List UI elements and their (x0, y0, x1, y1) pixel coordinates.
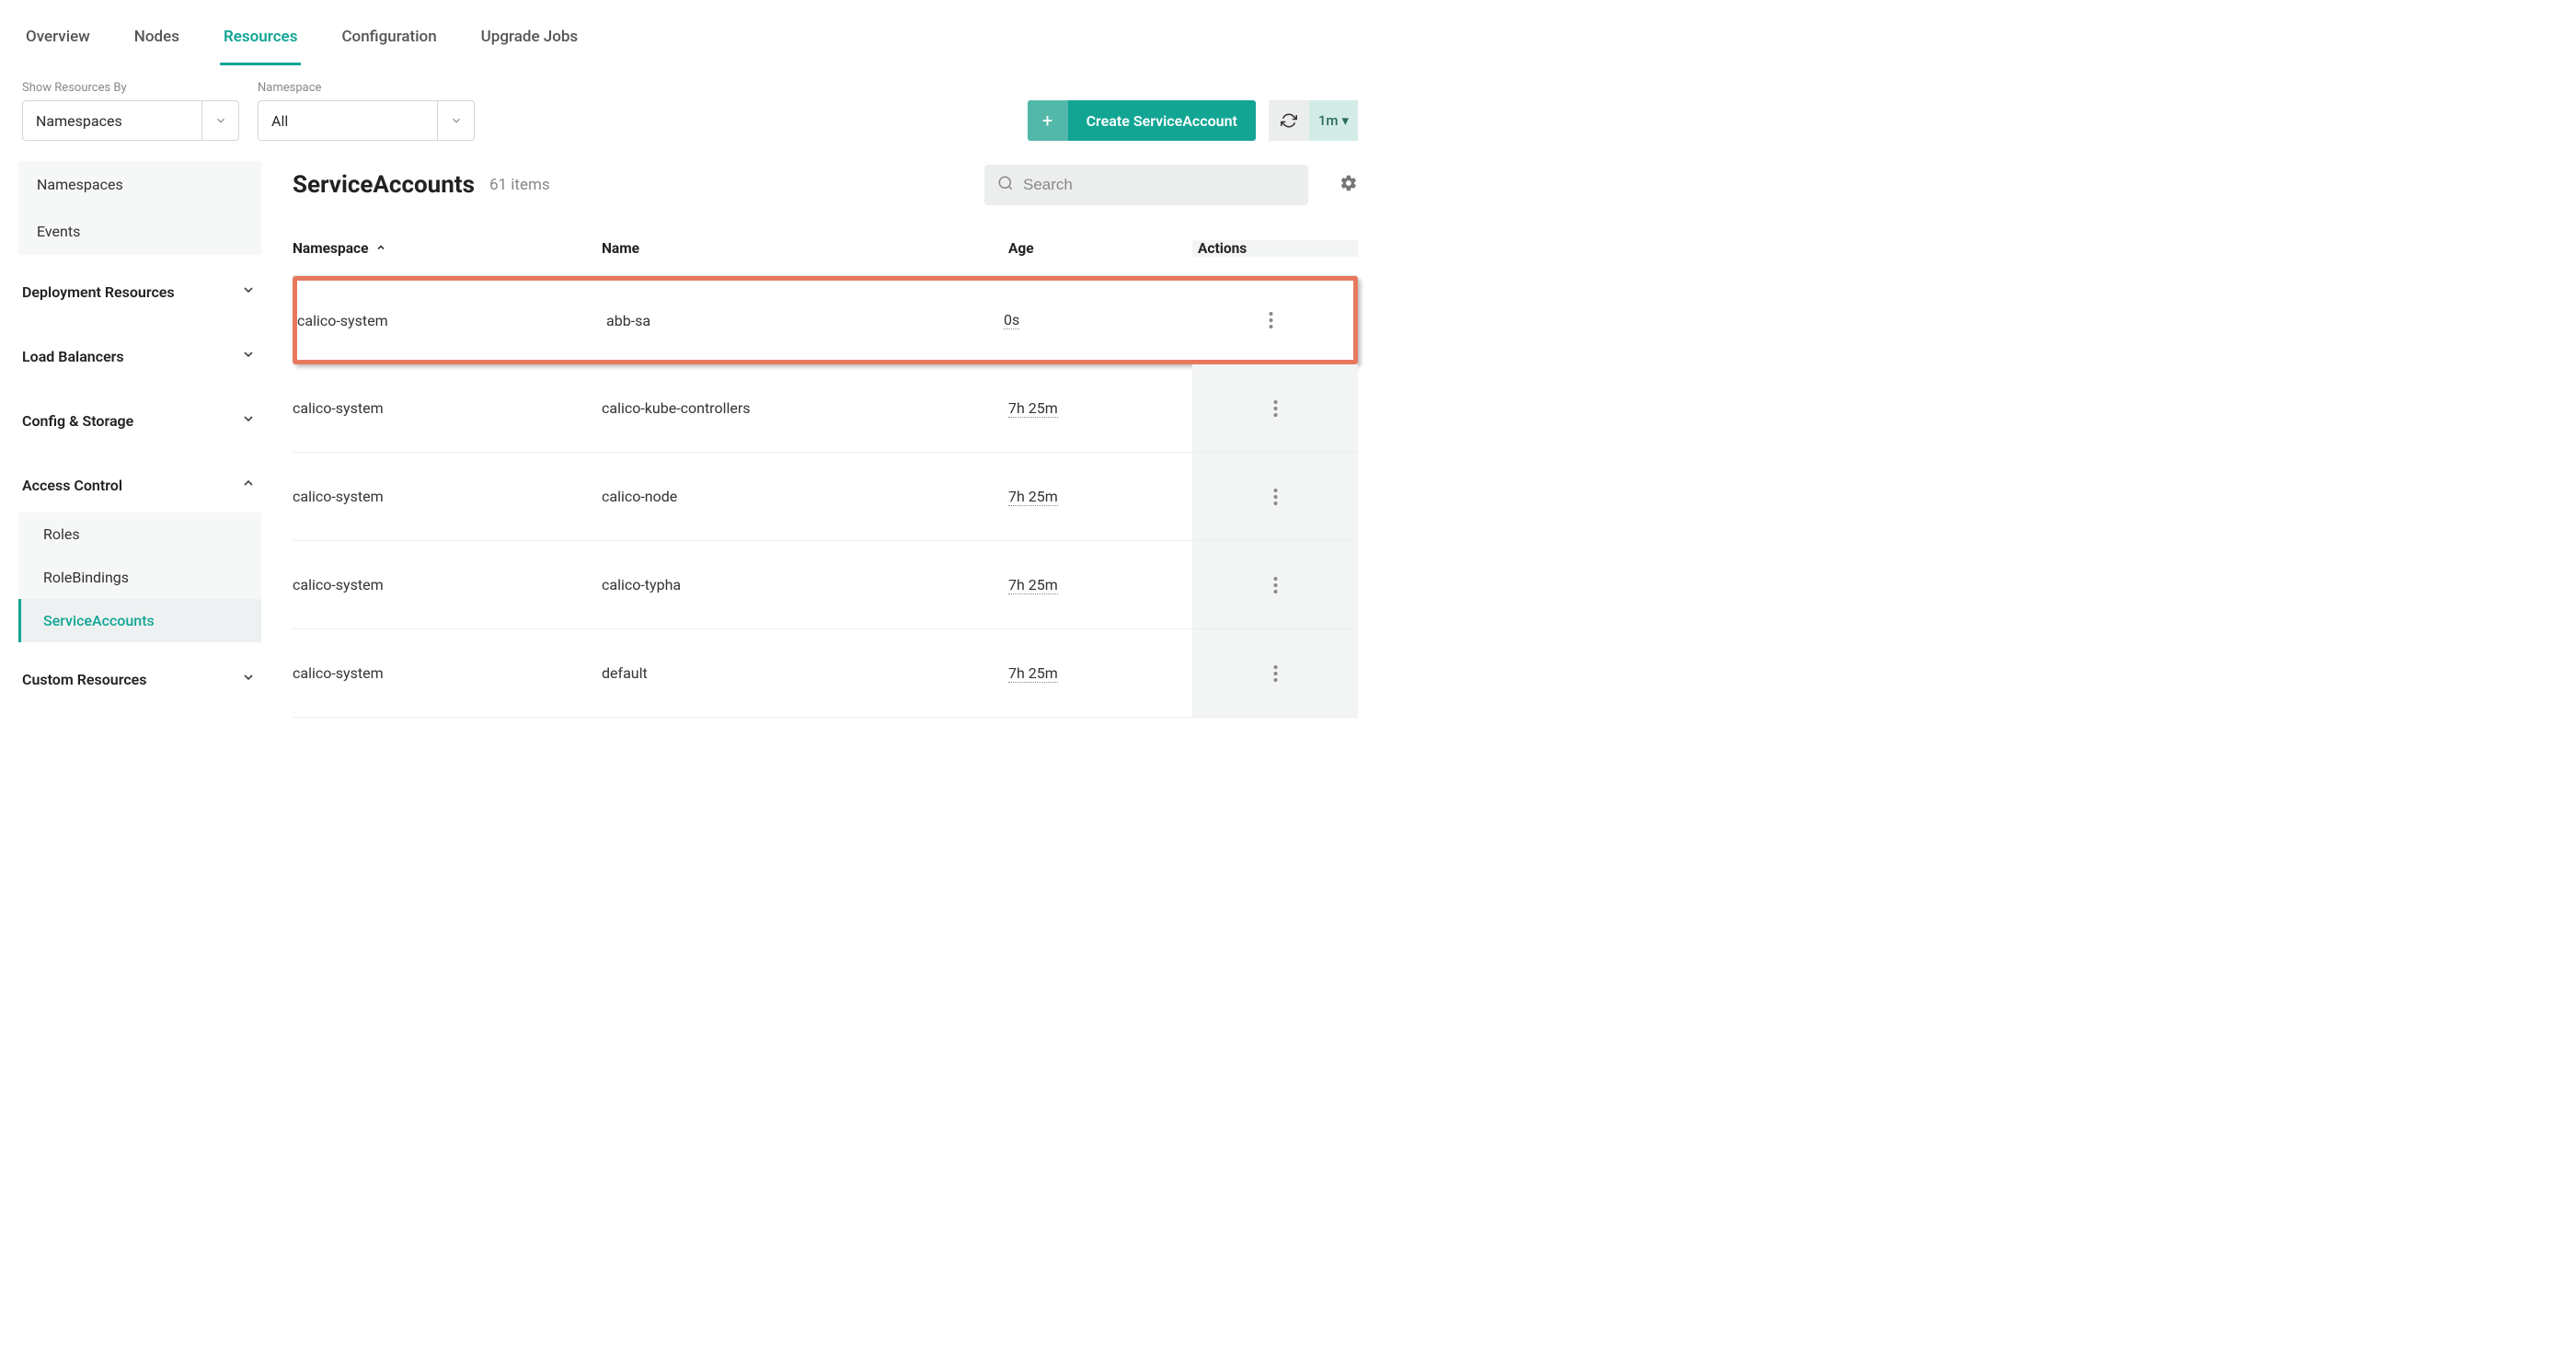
refresh-interval-select[interactable]: 1m ▾ (1309, 100, 1358, 141)
sidebar-item-rolebindings[interactable]: RoleBindings (18, 556, 261, 599)
search-icon (997, 175, 1014, 195)
cell-name: calico-typha (602, 576, 1008, 594)
create-label: Create ServiceAccount (1068, 100, 1256, 141)
cell-name: abb-sa (606, 312, 1004, 329)
namespace-label: Namespace (258, 81, 475, 95)
row-actions-button[interactable] (1192, 453, 1358, 540)
chevron-down-icon (241, 282, 256, 301)
sidebar-item-roles[interactable]: Roles (18, 513, 261, 556)
tab-overview[interactable]: Overview (22, 17, 94, 65)
cell-age: 7h 25m (1008, 488, 1192, 506)
namespace-value: All (271, 112, 288, 130)
namespace-select[interactable]: All (258, 100, 475, 141)
sidebar-group-config-storage[interactable]: Config & Storage (18, 393, 261, 448)
cell-name: calico-kube-controllers (602, 399, 1008, 417)
sidebar-group-access-control[interactable]: Access Control (18, 457, 261, 513)
cell-name: default (602, 664, 1008, 682)
sidebar-item-events[interactable]: Events (18, 208, 261, 255)
chevron-down-icon (241, 670, 256, 688)
sidebar-group-load-balancers[interactable]: Load Balancers (18, 328, 261, 384)
settings-button[interactable] (1340, 174, 1358, 196)
refresh-button[interactable] (1269, 100, 1309, 141)
refresh-interval-value: 1m (1318, 112, 1339, 129)
cell-namespace: calico-system (297, 312, 606, 329)
cell-name: calico-node (602, 488, 1008, 505)
plus-icon: + (1028, 100, 1068, 141)
page-title: ServiceAccounts (293, 171, 475, 199)
show-by-label: Show Resources By (22, 81, 239, 95)
col-age[interactable]: Age (1008, 240, 1192, 257)
cell-namespace: calico-system (293, 664, 602, 682)
sidebar-item-serviceaccounts[interactable]: ServiceAccounts (18, 599, 261, 642)
cell-age: 7h 25m (1008, 664, 1192, 683)
tab-upgrade-jobs[interactable]: Upgrade Jobs (477, 17, 582, 65)
tab-resources[interactable]: Resources (220, 17, 302, 65)
chevron-up-icon (241, 476, 256, 494)
create-serviceaccount-button[interactable]: + Create ServiceAccount (1028, 100, 1256, 141)
table-row[interactable]: calico-systemdefault7h 25m (293, 629, 1358, 718)
col-namespace[interactable]: Namespace (293, 240, 602, 257)
col-name[interactable]: Name (602, 240, 1008, 257)
cell-namespace: calico-system (293, 576, 602, 594)
table-row[interactable]: calico-systemcalico-typha7h 25m (293, 541, 1358, 629)
chevron-down-icon (437, 101, 474, 140)
chevron-down-icon (201, 101, 238, 140)
sidebar-item-namespaces[interactable]: Namespaces (18, 161, 261, 208)
sort-asc-icon (375, 240, 386, 257)
tab-nodes[interactable]: Nodes (131, 17, 183, 65)
filter-bar: Show Resources By Namespaces Namespace A… (0, 66, 1380, 148)
tab-configuration[interactable]: Configuration (338, 17, 440, 65)
search-box[interactable] (984, 165, 1308, 205)
row-actions-button[interactable] (1192, 629, 1358, 717)
col-actions: Actions (1192, 240, 1358, 257)
row-actions-button[interactable] (1188, 281, 1353, 360)
cell-age: 7h 25m (1008, 576, 1192, 594)
row-actions-button[interactable] (1192, 364, 1358, 452)
show-by-value: Namespaces (36, 112, 122, 130)
sidebar-group-custom-resources[interactable]: Custom Resources (18, 651, 261, 707)
main-pane: ServiceAccounts 61 items Namespace (261, 148, 1380, 718)
top-tabs: Overview Nodes Resources Configuration Upgra… (0, 0, 1380, 66)
caret-down-icon: ▾ (1341, 112, 1349, 129)
sidebar: NamespacesEvents Deployment Resources Loa… (0, 148, 261, 718)
cell-age: 7h 25m (1008, 399, 1192, 418)
cell-age: 0s (1004, 311, 1188, 329)
row-actions-button[interactable] (1192, 541, 1358, 628)
table-header: Namespace Name Age Actions (293, 222, 1358, 276)
table-row[interactable]: calico-systemabb-sa0s (293, 276, 1358, 364)
chevron-down-icon (241, 347, 256, 365)
sidebar-group-deployment-resources[interactable]: Deployment Resources (18, 264, 261, 319)
search-input[interactable] (1023, 176, 1295, 194)
cell-namespace: calico-system (293, 488, 602, 505)
cell-namespace: calico-system (293, 399, 602, 417)
table-row[interactable]: calico-systemcalico-kube-controllers7h 2… (293, 364, 1358, 453)
table-row[interactable]: calico-systemcalico-node7h 25m (293, 453, 1358, 541)
item-count: 61 items (489, 176, 550, 194)
chevron-down-icon (241, 411, 256, 430)
show-by-select[interactable]: Namespaces (22, 100, 239, 141)
